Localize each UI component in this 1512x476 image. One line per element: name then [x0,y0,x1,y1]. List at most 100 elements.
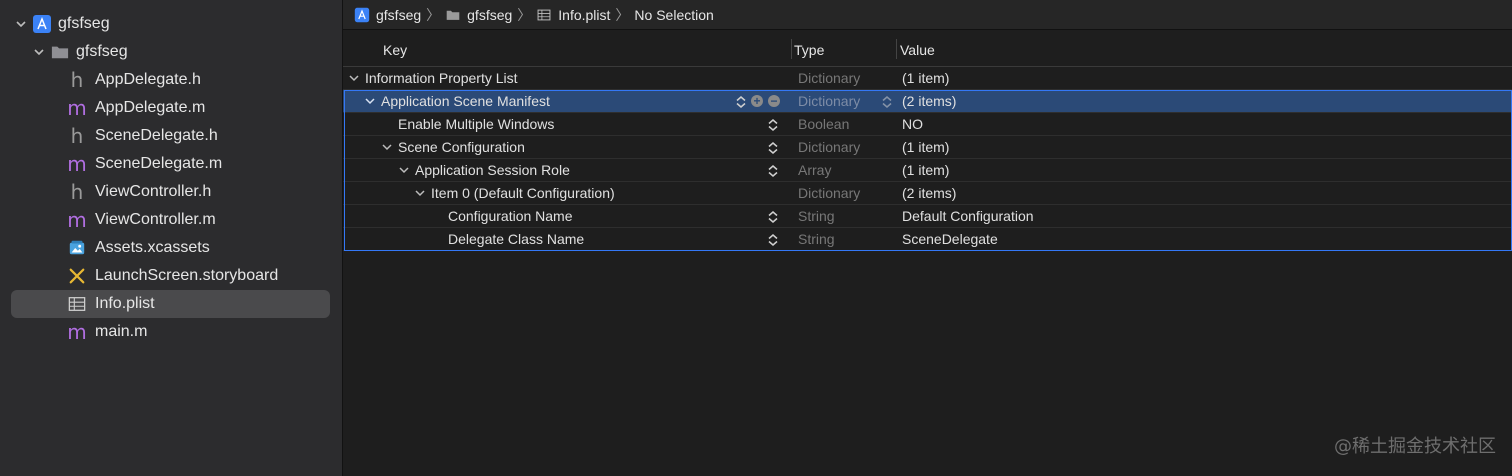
file-row[interactable]: m AppDelegate.m [0,94,343,122]
group-name: gfsfseg [76,43,128,60]
folder-icon [50,42,70,62]
plist-row[interactable]: Scene Configuration Dictionary (1 item) [343,136,1512,159]
file-name: ViewController.m [95,211,216,228]
plist-row[interactable]: Information Property List Dictionary (1 it… [343,67,1512,90]
plist-key-cell[interactable]: Information Property List [347,70,518,86]
header-file-icon: h [70,180,84,204]
key-stepper-icon[interactable] [735,95,747,109]
type-stepper-icon[interactable] [881,95,893,109]
objc-file-icon: m [67,152,87,176]
key-stepper-icon[interactable] [767,141,779,155]
breadcrumb: gfsfseg 〉 gfsfseg 〉 Info.plist 〉 No Sele… [343,0,1512,30]
column-header-key[interactable]: Key [383,42,407,58]
xcode-project-icon [354,7,370,22]
plist-type-cell[interactable]: Dictionary [798,70,860,86]
disclosure-chevron-icon[interactable] [380,140,394,154]
plist-table-icon [537,9,551,20]
breadcrumb-selection[interactable]: No Selection [634,7,713,23]
plist-value-cell[interactable]: NO [902,116,923,132]
chevron-right-icon: 〉 [615,6,630,23]
chevron-right-icon: 〉 [426,6,441,23]
plist-value-cell[interactable]: Default Configuration [902,208,1034,224]
breadcrumb-file-label: Info.plist [558,6,611,23]
plist-key-cell[interactable]: Enable Multiple Windows [398,116,554,132]
plist-key-cell[interactable]: Scene Configuration [380,139,525,155]
disclosure-chevron-icon[interactable] [347,71,361,85]
plist-type-cell[interactable]: String [798,208,835,224]
plist-key-cell[interactable]: Delegate Class Name [448,231,584,247]
file-row[interactable]: Info.plist [0,290,343,318]
breadcrumb-group[interactable]: gfsfseg [445,7,512,23]
plist-value-cell[interactable]: SceneDelegate [902,231,998,247]
plist-value-cell[interactable]: (2 items) [902,185,956,201]
remove-item-button[interactable]: − [768,95,780,107]
chevron-down-icon[interactable] [14,17,28,31]
file-name: SceneDelegate.m [95,155,223,172]
column-divider[interactable] [791,39,792,59]
plist-type-cell[interactable]: Dictionary [798,93,860,109]
plist-row[interactable]: Application Scene Manifest + − Dictionary (2… [343,90,1512,113]
plist-key-label: Item 0 (Default Configuration) [431,185,615,201]
plist-value-cell[interactable]: (2 items) [902,93,956,109]
plist-value-cell[interactable]: (1 item) [902,162,949,178]
watermark: @稀土掘金技术社区 [1334,436,1496,457]
chevron-right-icon: 〉 [517,6,532,23]
column-header-value[interactable]: Value [900,42,935,58]
plist-type-cell[interactable]: Dictionary [798,185,860,201]
objc-file-icon: m [67,208,87,232]
chevron-down-icon[interactable] [32,45,46,59]
file-row[interactable]: LaunchScreen.storyboard [0,262,343,290]
file-name: AppDelegate.h [95,71,201,88]
plist-row[interactable]: Application Session Role Array (1 item) [343,159,1512,182]
plist-key-cell[interactable]: Item 0 (Default Configuration) [413,185,615,201]
file-name: SceneDelegate.h [95,127,218,144]
selection-highlight [11,290,330,318]
xcode-project-icon [32,14,52,34]
file-row[interactable]: Assets.xcassets [0,234,343,262]
file-row[interactable]: h SceneDelegate.h [0,122,343,150]
breadcrumb-project[interactable]: gfsfseg [354,7,421,23]
plist-key-label: Configuration Name [448,208,573,224]
file-row[interactable]: m ViewController.m [0,206,343,234]
group-row[interactable]: gfsfseg [0,38,343,66]
key-stepper-icon[interactable] [767,210,779,224]
breadcrumb-file[interactable]: Info.plist [536,7,610,23]
plist-key-label: Enable Multiple Windows [398,116,555,132]
file-name: AppDelegate.m [95,99,206,116]
key-stepper-icon[interactable] [767,164,779,178]
plist-type-cell[interactable]: Array [798,162,831,178]
breadcrumb-group-label: gfsfseg [467,6,513,23]
plist-key-cell[interactable]: Application Session Role [397,162,570,178]
file-name: main.m [95,323,148,340]
editor-area: gfsfseg 〉 gfsfseg 〉 Info.plist 〉 No Sele… [343,0,1512,476]
plist-key-cell[interactable]: Configuration Name [448,208,573,224]
plist-type-cell[interactable]: Boolean [798,116,849,132]
key-stepper-icon[interactable] [767,233,779,247]
plist-row[interactable]: Item 0 (Default Configuration) Dictionary… [343,182,1512,205]
column-header-type[interactable]: Type [794,42,824,58]
disclosure-chevron-icon[interactable] [413,186,427,200]
plist-row[interactable]: Delegate Class Name String SceneDelegate [343,228,1512,251]
plist-row[interactable]: Enable Multiple Windows Boolean NO [343,113,1512,136]
disclosure-chevron-icon[interactable] [397,163,411,177]
plist-key-cell[interactable]: Application Scene Manifest [363,93,550,109]
file-row[interactable]: h ViewController.h [0,178,343,206]
file-name: Assets.xcassets [95,239,210,256]
file-row[interactable]: m main.m [0,318,343,346]
asset-catalog-icon [67,238,87,258]
plist-value-cell[interactable]: (1 item) [902,70,949,86]
plist-row[interactable]: Configuration Name String Default Configur… [343,205,1512,228]
file-row[interactable]: h AppDelegate.h [0,66,343,94]
plist-editor: Key Type Value Information Property List… [343,31,1512,251]
disclosure-chevron-icon[interactable] [363,94,377,108]
project-row[interactable]: gfsfseg [0,10,343,38]
key-stepper-icon[interactable] [767,118,779,132]
plist-type-cell[interactable]: Dictionary [798,139,860,155]
column-divider[interactable] [896,39,897,59]
plist-type-cell[interactable]: String [798,231,835,247]
file-row[interactable]: m SceneDelegate.m [0,150,343,178]
add-item-button[interactable]: + [751,95,763,107]
storyboard-icon [67,266,87,286]
plist-key-label: Delegate Class Name [448,231,585,247]
plist-value-cell[interactable]: (1 item) [902,139,949,155]
